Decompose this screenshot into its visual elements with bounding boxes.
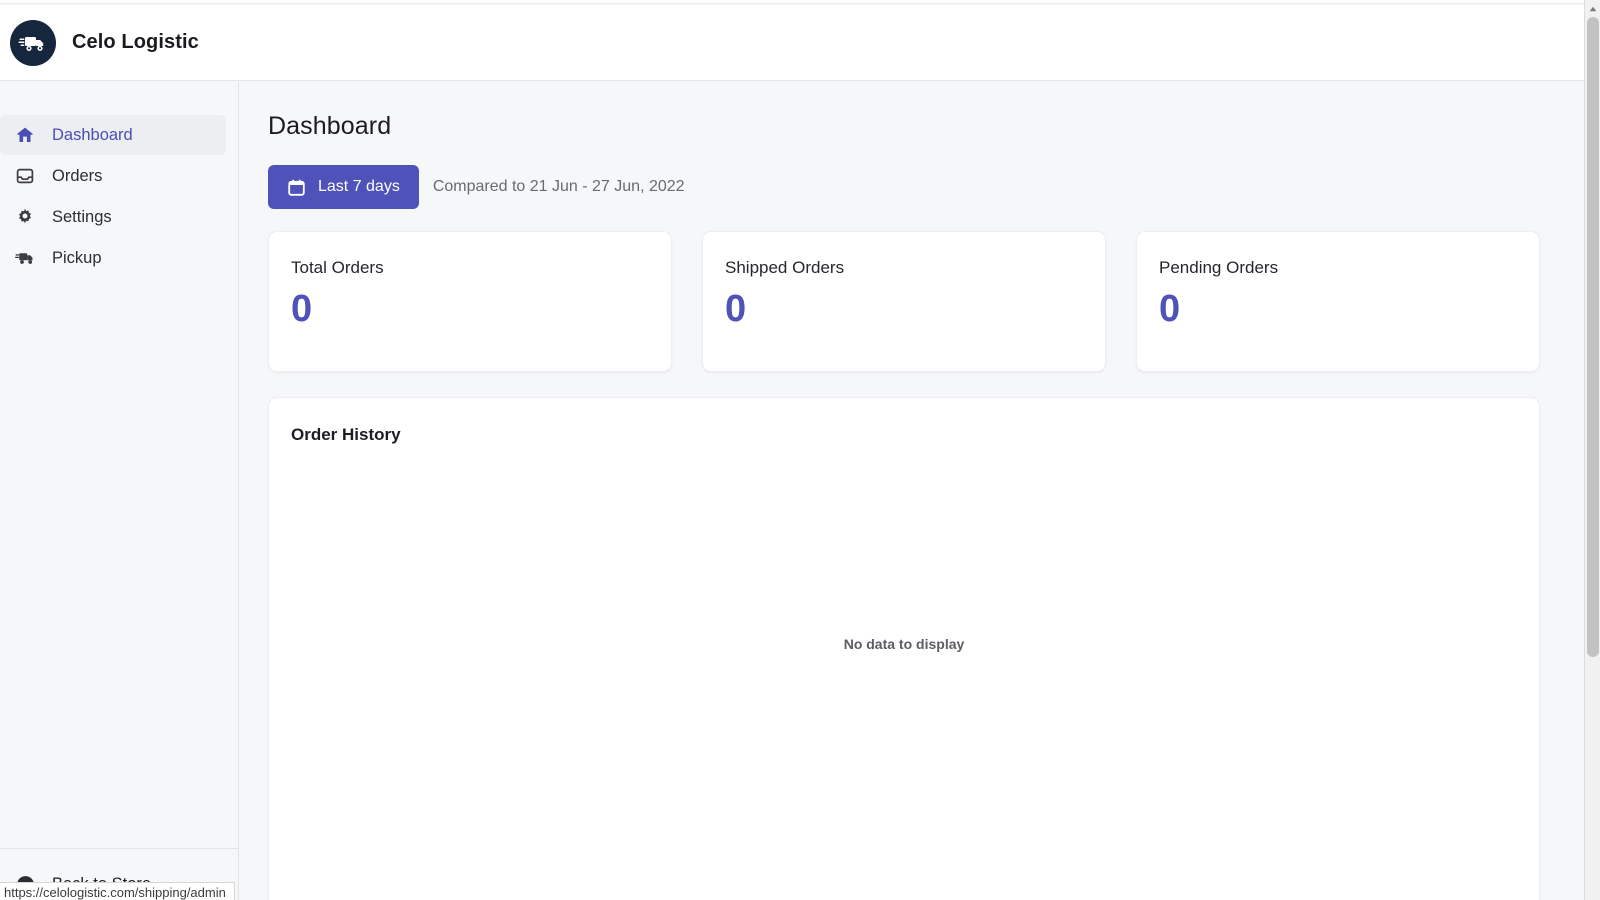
app-header: Celo Logistic [0,5,1584,81]
stat-card-total-orders: Total Orders 0 [268,231,672,372]
order-history-panel: Order History No data to display [268,397,1540,900]
stat-card-pending-orders: Pending Orders 0 [1136,231,1540,372]
brand-name: Celo Logistic [72,31,199,53]
inbox-icon [14,165,36,187]
scrollbar-thumb[interactable] [1587,17,1599,657]
date-range-button[interactable]: Last 7 days [268,165,419,209]
stat-label: Pending Orders [1159,258,1279,277]
sidebar-item-pickup[interactable]: Pickup [0,238,226,278]
stat-card-shipped-orders: Shipped Orders 0 [702,231,1106,372]
browser-viewport: Celo Logistic Dashboard Orders Settings … [0,0,1600,900]
filter-row: Last 7 days Compared to 21 Jun - 27 Jun,… [268,165,1540,209]
sidebar-item-orders[interactable]: Orders [0,156,226,196]
sidebar: Dashboard Orders Settings Pickup [0,82,239,900]
vertical-scrollbar[interactable] [1584,0,1600,900]
stat-value: 0 [725,288,747,330]
empty-state-message: No data to display [843,636,965,652]
gear-icon [14,206,36,228]
sidebar-item-label: Pickup [52,248,102,267]
scroll-up-arrow-icon[interactable] [1585,0,1600,17]
compare-period-text: Compared to 21 Jun - 27 Jun, 2022 [432,178,685,195]
truck-icon [14,247,36,269]
order-history-title: Order History [291,425,401,444]
sidebar-item-settings[interactable]: Settings [0,197,226,237]
stat-card-grid: Total Orders 0 Shipped Orders 0 Pending … [268,231,1540,372]
sidebar-item-dashboard[interactable]: Dashboard [0,115,226,155]
browser-top-edge [0,0,1584,4]
status-bar-url: https://celologistic.com/shipping/admin [0,882,235,900]
stat-label: Total Orders [291,258,384,277]
stat-value: 0 [291,288,313,330]
sidebar-item-label: Settings [52,207,112,226]
stat-label: Shipped Orders [725,258,845,277]
calendar-icon [287,178,306,197]
page-title: Dashboard [268,112,392,140]
home-icon [14,124,36,146]
stat-value: 0 [1159,288,1181,330]
sidebar-item-label: Orders [52,166,103,185]
sidebar-item-label: Dashboard [52,125,133,144]
date-range-label: Last 7 days [318,178,400,195]
delivery-truck-icon [10,19,56,66]
sidebar-nav: Dashboard Orders Settings Pickup [0,82,238,278]
main-content: Dashboard Last 7 days Compared to 21 Jun… [240,82,1584,900]
